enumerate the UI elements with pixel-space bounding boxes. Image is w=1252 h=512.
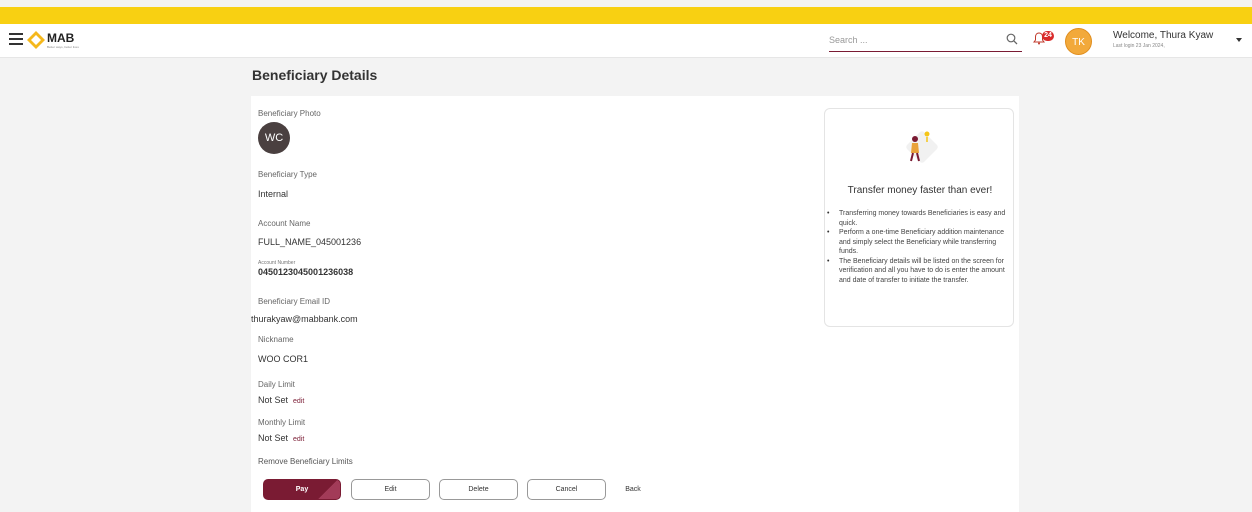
monthly-limit-row: Not Set edit — [258, 433, 304, 443]
email-label: Beneficiary Email ID — [258, 297, 331, 306]
info-list: Transferring money towards Beneficiaries… — [827, 209, 1010, 286]
logo-tagline: Better ways, better lives — [47, 45, 79, 49]
info-point: Transferring money towards Beneficiaries… — [827, 209, 1010, 228]
type-value: Internal — [258, 189, 289, 199]
search-box — [829, 30, 1022, 52]
monthly-limit-value: Not Set — [258, 433, 289, 443]
top-accent-bar — [0, 7, 1252, 24]
nickname-label: Nickname — [258, 335, 294, 344]
delete-button[interactable]: Delete — [439, 479, 518, 500]
avatar[interactable]: TK — [1065, 28, 1092, 55]
account-number-label: Account Number — [258, 260, 296, 266]
daily-limit-value: Not Set — [258, 395, 289, 405]
search-input[interactable] — [829, 30, 999, 50]
info-panel: Transfer money faster than ever! Transfe… — [824, 108, 1014, 327]
menu-icon[interactable] — [9, 33, 23, 45]
beneficiary-photo: WC — [258, 122, 290, 154]
pay-button[interactable]: Pay — [263, 479, 341, 500]
account-name-label: Account Name — [258, 219, 311, 228]
welcome-text[interactable]: Welcome, Thura Kyaw — [1113, 30, 1213, 41]
daily-limit-row: Not Set edit — [258, 395, 304, 405]
transfer-illustration-icon — [906, 131, 938, 163]
info-point: The Beneficiary details will be listed o… — [827, 257, 1010, 286]
account-name-value: FULL_NAME_045001236 — [258, 237, 362, 247]
daily-limit-label: Daily Limit — [258, 380, 295, 389]
monthly-limit-label: Monthly Limit — [258, 418, 306, 427]
daily-limit-edit-link[interactable]: edit — [293, 398, 304, 405]
last-login-text: Last login 23 Jan 2024, — [1113, 43, 1165, 49]
mab-logo[interactable]: MAB Better ways, better lives — [27, 28, 87, 52]
mab-logo-icon — [27, 31, 45, 49]
app-header: MAB Better ways, better lives 24 TK Welc… — [0, 24, 1252, 58]
remove-limits-link[interactable]: Remove Beneficiary Limits — [258, 457, 353, 466]
logo-text: MAB — [47, 31, 75, 45]
back-button[interactable]: Back — [615, 479, 651, 500]
beneficiary-details-card: Beneficiary Photo WC Beneficiary Type In… — [251, 96, 1019, 512]
pay-button-label: Pay — [295, 486, 309, 493]
account-number-value: 0450123045001236038 — [258, 267, 354, 277]
page-title: Beneficiary Details — [252, 67, 378, 83]
notification-badge[interactable]: 24 — [1042, 31, 1054, 41]
email-value: thurakyaw@mabbank.com — [251, 314, 358, 324]
photo-label: Beneficiary Photo — [258, 109, 321, 118]
monthly-limit-edit-link[interactable]: edit — [293, 436, 304, 443]
cancel-button[interactable]: Cancel — [527, 479, 606, 500]
search-icon[interactable] — [1006, 33, 1018, 45]
info-point: Perform a one-time Beneficiary addition … — [827, 228, 1010, 257]
nickname-value: WOO COR1 — [258, 354, 309, 364]
pay-button-accent — [318, 480, 340, 499]
type-label: Beneficiary Type — [258, 170, 317, 179]
caret-down-icon[interactable] — [1236, 38, 1242, 42]
info-title: Transfer money faster than ever! — [847, 185, 993, 196]
edit-button[interactable]: Edit — [351, 479, 430, 500]
